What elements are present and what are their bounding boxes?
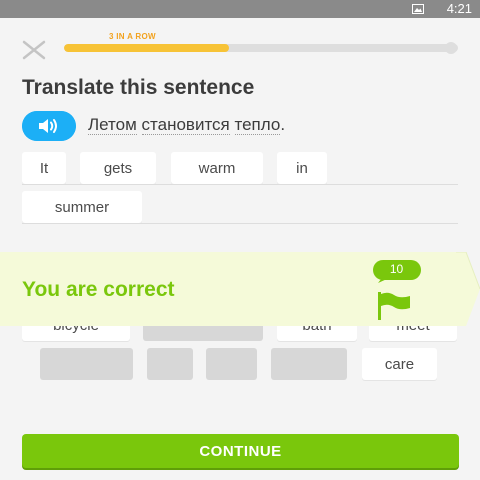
bank-tile-placeholder	[206, 348, 257, 380]
answer-tile[interactable]: summer	[22, 191, 142, 223]
answer-line	[22, 223, 458, 224]
progress-bar	[64, 44, 458, 52]
prompt-word[interactable]: Летом	[88, 115, 137, 135]
status-bar: 4:21	[0, 0, 480, 18]
answer-line	[22, 184, 458, 185]
answer-tile[interactable]: warm	[171, 152, 263, 184]
progress-end-dot	[445, 42, 457, 54]
answer-tile[interactable]: It	[22, 152, 66, 184]
exercise-title: Translate this sentence	[22, 76, 255, 99]
progress-fill	[64, 44, 230, 52]
close-icon[interactable]	[20, 36, 48, 64]
answer-tile[interactable]: gets	[80, 152, 156, 184]
bank-tile[interactable]: care	[362, 348, 437, 380]
bank-tile-placeholder	[147, 348, 193, 380]
prompt-punctuation: .	[280, 115, 286, 134]
prompt-word[interactable]: тепло	[234, 115, 281, 135]
streak-label: 3 IN A ROW	[109, 32, 156, 41]
banner-fold	[456, 252, 480, 326]
answer-tile[interactable]: in	[277, 152, 327, 184]
bank-tile-placeholder	[40, 348, 133, 380]
correct-message: You are correct	[22, 278, 175, 301]
flag-icon	[378, 292, 410, 320]
prompt-sentence: Летом становится тепло.	[88, 115, 285, 135]
xp-value: 10	[389, 262, 404, 276]
gallery-icon	[412, 4, 424, 14]
bank-tile-placeholder	[271, 348, 347, 380]
prompt-word[interactable]: становится	[141, 115, 230, 135]
continue-button[interactable]: CONTINUE	[22, 434, 459, 468]
speaker-icon[interactable]	[22, 111, 76, 141]
status-time: 4:21	[446, 1, 472, 16]
